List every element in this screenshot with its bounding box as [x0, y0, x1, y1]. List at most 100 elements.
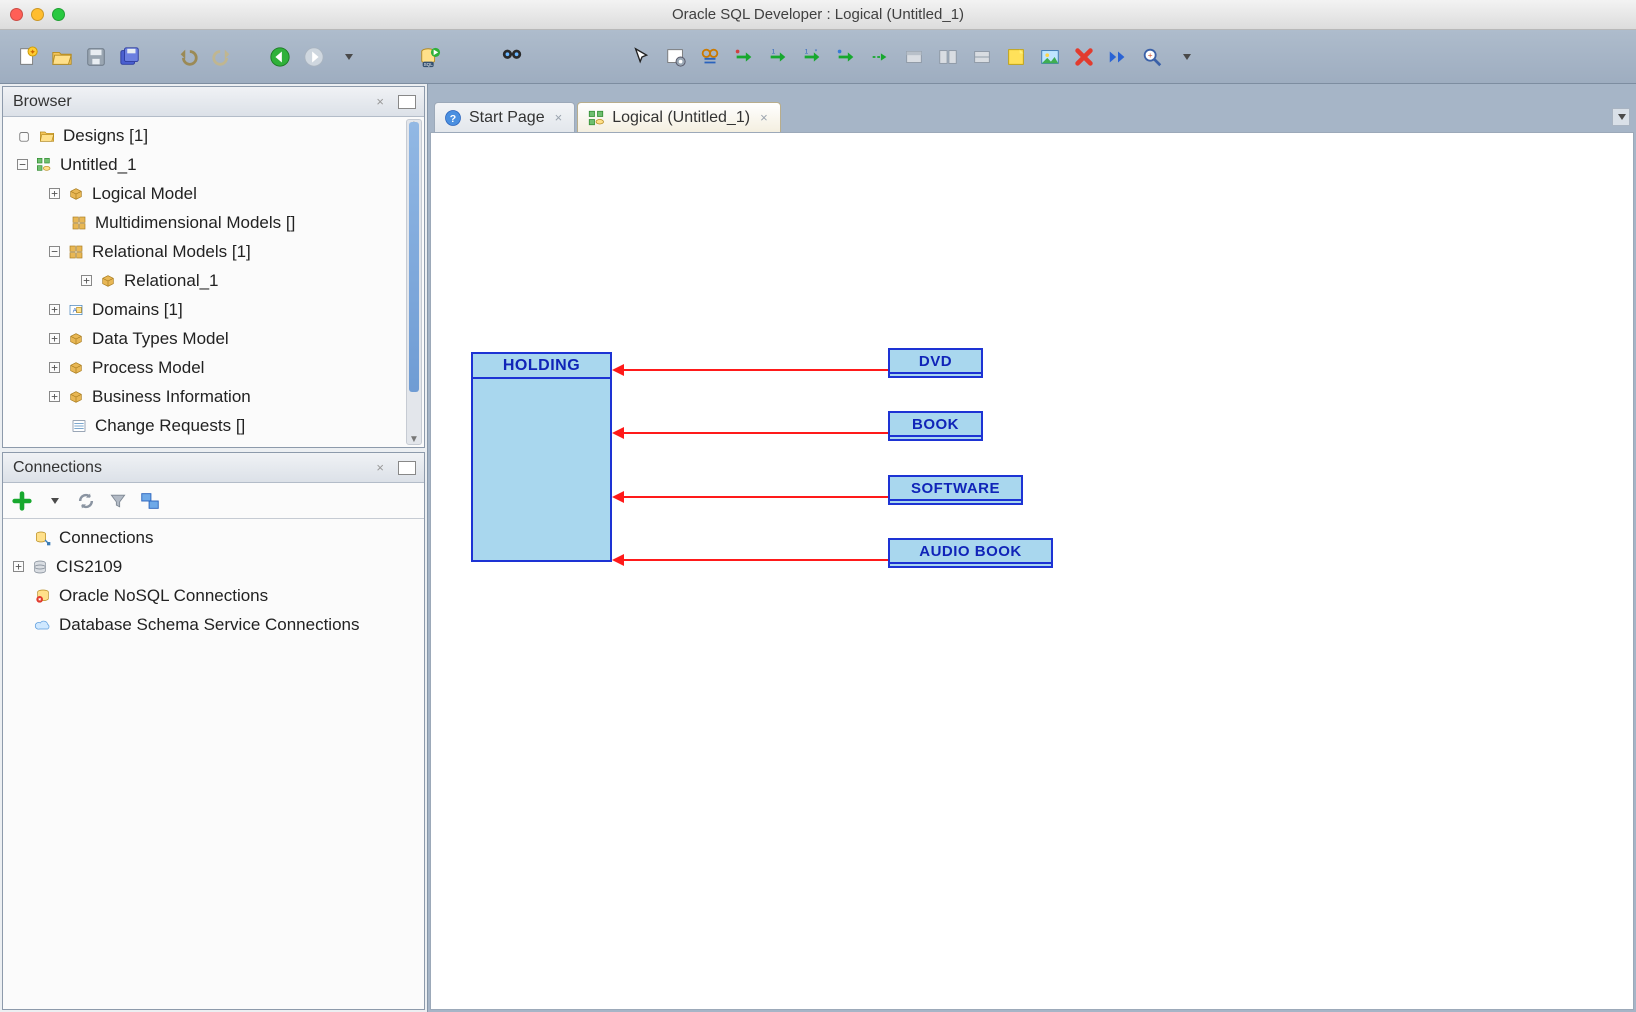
tree-row[interactable]: −Relational Models [1]	[7, 237, 424, 266]
entity-software[interactable]: SOFTWARE	[888, 475, 1023, 505]
expand-icon[interactable]: +	[49, 188, 60, 199]
tree-row[interactable]: +Process Model	[7, 353, 424, 382]
undo-button[interactable]	[174, 43, 202, 71]
tree-row[interactable]: − Untitled_1	[7, 150, 424, 179]
titlebar: Oracle SQL Developer : Logical (Untitled…	[0, 0, 1636, 30]
tns-button[interactable]	[139, 490, 161, 512]
tree-label: Oracle NoSQL Connections	[59, 586, 268, 606]
expand-icon[interactable]: +	[49, 333, 60, 344]
delete-tool[interactable]	[1070, 43, 1098, 71]
browser-header: Browser ×	[3, 87, 424, 117]
entity-tool-1[interactable]	[900, 43, 928, 71]
diagram-canvas[interactable]: HOLDING DVD BOOK SOFTWARE AUDIO BOOK	[430, 132, 1634, 1010]
tree-row[interactable]: + Data Types Model	[7, 324, 424, 353]
connections-close-icon[interactable]: ×	[376, 460, 384, 475]
zoom-tool[interactable]: +	[1138, 43, 1166, 71]
new-connection-button[interactable]	[11, 490, 33, 512]
tabs-overflow-button[interactable]	[1612, 108, 1630, 126]
folder-open-icon[interactable]: ▢	[17, 129, 31, 143]
note-tool[interactable]	[1002, 43, 1030, 71]
browser-dock-button[interactable]	[398, 95, 416, 109]
expand-icon[interactable]: +	[81, 275, 92, 286]
relationship-arrow[interactable]	[622, 496, 888, 498]
tree-row[interactable]: + Relational_1	[7, 266, 424, 295]
zoom-dropdown[interactable]	[1172, 43, 1200, 71]
tree-label: Data Types Model	[92, 329, 229, 349]
nav-dropdown[interactable]	[334, 43, 362, 71]
expand-icon[interactable]: +	[13, 561, 24, 572]
tab-close-icon[interactable]: ×	[555, 110, 563, 125]
minimize-window-button[interactable]	[31, 8, 44, 21]
collapse-icon[interactable]: −	[17, 159, 28, 170]
view-toggle-button[interactable]	[696, 43, 724, 71]
db-cyl-icon	[30, 558, 50, 576]
tree-row[interactable]: Oracle NoSQL Connections	[7, 581, 424, 610]
nav-forward-button[interactable]	[300, 43, 328, 71]
entity-audio-book[interactable]: AUDIO BOOK	[888, 538, 1053, 568]
forward-tool[interactable]	[1104, 43, 1132, 71]
run-sql-button[interactable]: SQL	[416, 43, 444, 71]
entity-tool-2[interactable]	[934, 43, 962, 71]
find-button[interactable]	[498, 43, 526, 71]
new-connection-dropdown[interactable]	[43, 490, 65, 512]
relationship-arrow[interactable]	[622, 432, 888, 434]
pointer-tool[interactable]	[628, 43, 656, 71]
rel-tool-4[interactable]	[832, 43, 860, 71]
tab-start-page[interactable]: ? Start Page ×	[434, 102, 575, 132]
nav-back-button[interactable]	[266, 43, 294, 71]
tree-row[interactable]: +Business Information	[7, 382, 424, 411]
zoom-window-button[interactable]	[52, 8, 65, 21]
tree-label: CIS2109	[56, 557, 122, 577]
new-file-button[interactable]: ✦	[14, 43, 42, 71]
redo-button[interactable]	[208, 43, 236, 71]
tree-row[interactable]: +ADomains [1]	[7, 295, 424, 324]
tree-row[interactable]: ▢Designs [1]	[7, 121, 424, 150]
svg-text:1: 1	[772, 48, 776, 55]
cube-icon	[66, 359, 86, 377]
save-button[interactable]	[82, 43, 110, 71]
entity-tool-3[interactable]	[968, 43, 996, 71]
arrowhead-icon	[612, 554, 624, 566]
entity-book[interactable]: BOOK	[888, 411, 983, 441]
rel-tool-1[interactable]	[730, 43, 758, 71]
browser-scrollbar[interactable]: ▲▼	[406, 119, 422, 445]
save-all-button[interactable]	[116, 43, 144, 71]
connections-tree[interactable]: Connections + CIS2109 Oracle NoSQL Connecti…	[3, 519, 424, 1009]
rel-tool-5[interactable]	[866, 43, 894, 71]
entity-dvd[interactable]: DVD	[888, 348, 983, 378]
tab-label: Logical (Untitled_1)	[612, 109, 750, 127]
collapse-icon[interactable]: −	[49, 246, 60, 257]
tree-row[interactable]: +Logical Model	[7, 179, 424, 208]
connections-toolbar	[3, 483, 424, 519]
tree-row[interactable]: Connections	[7, 523, 424, 552]
browser-tree[interactable]: ▲▼ ▢Designs [1] − Untitled_1 +Logical Model…	[3, 117, 424, 447]
tree-label: Untitled_1	[60, 155, 137, 175]
open-button[interactable]	[48, 43, 76, 71]
close-window-button[interactable]	[10, 8, 23, 21]
design-icon	[586, 108, 606, 128]
expand-icon[interactable]: +	[49, 362, 60, 373]
expand-icon[interactable]: +	[49, 391, 60, 402]
tree-label: Change Requests []	[95, 416, 245, 436]
tree-row[interactable]: Multidimensional Models []	[7, 208, 424, 237]
tree-row[interactable]: Change Requests []	[7, 411, 424, 440]
filter-connections-button[interactable]	[107, 490, 129, 512]
tree-row[interactable]: Database Schema Service Connections	[7, 610, 424, 639]
refresh-connections-button[interactable]	[75, 490, 97, 512]
relationship-arrow[interactable]	[622, 559, 888, 561]
rel-tool-2[interactable]: 1	[764, 43, 792, 71]
tab-close-icon[interactable]: ×	[760, 110, 768, 125]
connections-dock-button[interactable]	[398, 461, 416, 475]
image-tool[interactable]	[1036, 43, 1064, 71]
svg-text:1: 1	[805, 48, 809, 55]
relationship-arrow[interactable]	[622, 369, 888, 371]
expand-icon[interactable]: +	[49, 304, 60, 315]
window-controls	[10, 8, 65, 21]
tab-logical[interactable]: Logical (Untitled_1) ×	[577, 102, 780, 132]
browser-panel: Browser × ▲▼ ▢Designs [1] − Untitled_1 +Log…	[2, 86, 425, 448]
browser-close-icon[interactable]: ×	[376, 94, 384, 109]
entity-holding[interactable]: HOLDING	[471, 352, 612, 562]
tree-row[interactable]: + CIS2109	[7, 552, 424, 581]
rel-tool-3[interactable]: 1*	[798, 43, 826, 71]
properties-button[interactable]	[662, 43, 690, 71]
